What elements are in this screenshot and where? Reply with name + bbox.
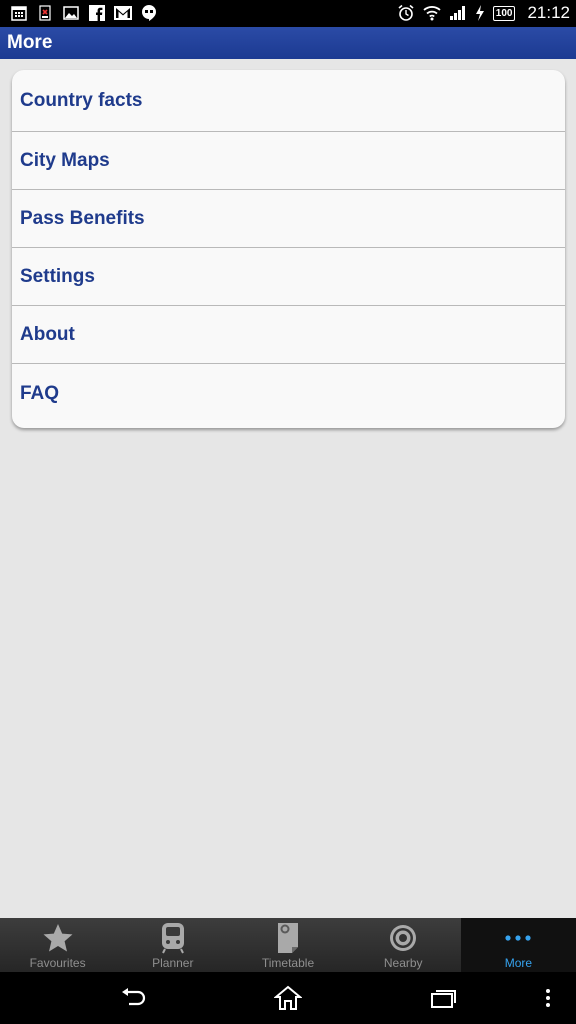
wifi-icon (423, 4, 441, 22)
alarm-icon (397, 4, 415, 22)
menu-item-city-maps[interactable]: City Maps (12, 132, 565, 190)
menu-item-label: Country facts (20, 89, 143, 111)
tab-nearby[interactable]: Nearby (346, 918, 461, 972)
gmail-icon (114, 4, 132, 22)
home-icon[interactable] (273, 985, 303, 1011)
tab-timetable[interactable]: Timetable (230, 918, 345, 972)
menu-item-label: City Maps (20, 149, 110, 171)
notification-icons (10, 4, 158, 22)
menu-item-label: FAQ (20, 383, 60, 404)
page-title: More (7, 32, 53, 53)
timetable-icon (275, 922, 301, 954)
menu-item-label: About (20, 323, 75, 345)
menu-item-country-facts[interactable]: Country facts (12, 70, 565, 132)
status-bar: 100 21:12 (0, 0, 576, 27)
menu-item-about[interactable]: About (12, 306, 565, 364)
star-icon (42, 922, 74, 954)
menu-icon[interactable] (541, 985, 555, 1011)
recent-apps-icon[interactable] (428, 985, 458, 1011)
sim-alert-icon (36, 4, 54, 22)
facebook-icon (88, 4, 106, 22)
signal-icon (449, 4, 467, 22)
hangouts-icon (140, 4, 158, 22)
more-dots-icon (504, 922, 532, 954)
more-menu: Country facts City Maps Pass Benefits Se… (12, 70, 565, 428)
calendar-icon (10, 4, 28, 22)
train-icon (160, 922, 186, 954)
title-bar: More (0, 27, 576, 59)
menu-item-label: Pass Benefits (20, 207, 145, 229)
target-icon (388, 922, 418, 954)
tab-label: Favourites (29, 956, 86, 970)
back-icon[interactable] (118, 985, 148, 1011)
tab-planner[interactable]: Planner (115, 918, 230, 972)
charging-icon (475, 4, 485, 22)
status-time: 21:12 (527, 3, 570, 22)
tab-label: Planner (152, 956, 194, 970)
tab-label: More (504, 956, 533, 970)
bottom-tab-bar: Favourites Planner Timetable Nearby More (0, 918, 576, 972)
tab-label: Nearby (383, 956, 423, 970)
image-icon (62, 4, 80, 22)
menu-item-label: Settings (20, 265, 95, 287)
system-icons: 100 21:12 (397, 3, 570, 23)
tab-label: Timetable (261, 956, 315, 970)
menu-item-faq[interactable]: FAQ (12, 364, 565, 424)
tab-more[interactable]: More (460, 918, 576, 972)
navigation-bar (0, 972, 576, 1024)
tab-favourites[interactable]: Favourites (0, 918, 115, 972)
battery-icon: 100 (492, 5, 516, 21)
menu-item-pass-benefits[interactable]: Pass Benefits (12, 190, 565, 248)
menu-item-settings[interactable]: Settings (12, 248, 565, 306)
